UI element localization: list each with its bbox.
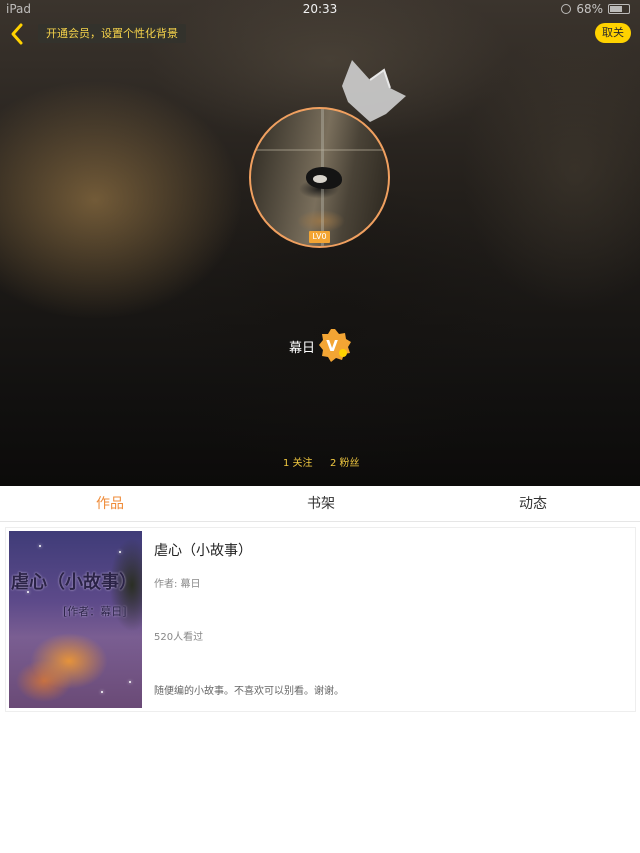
book-card[interactable]: 虐心（小故事） [作者：幕日] 虐心（小故事） 作者: 幕日 520人看过 随便… — [5, 527, 636, 712]
follow-count[interactable]: 1 关注 — [283, 454, 313, 469]
tab-bar: 作品 书架 动态 — [0, 486, 640, 522]
username: 幕日 — [289, 341, 316, 356]
tab-feed[interactable]: 动态 — [473, 486, 593, 522]
status-time: 20:33 — [302, 2, 338, 16]
avatar[interactable] — [249, 107, 390, 248]
battery-percent: 68% — [576, 2, 603, 16]
battery-icon — [608, 4, 630, 14]
cover-title: 虐心（小故事） — [11, 572, 137, 593]
works-list: 虐心（小故事） [作者：幕日] 虐心（小故事） 作者: 幕日 520人看过 随便… — [0, 523, 640, 853]
badge-letter: V — [326, 337, 338, 355]
book-title: 虐心（小故事） — [154, 543, 252, 559]
book-description: 随便编的小故事。不喜欢可以别看。谢谢。 — [154, 686, 344, 697]
level-tag: LV0 — [309, 231, 330, 243]
v-verified-badge-icon: V — [319, 329, 351, 362]
tab-bookshelf[interactable]: 书架 — [261, 486, 381, 522]
fans-count[interactable]: 2 粉丝 — [330, 454, 360, 469]
rotation-lock-icon — [561, 4, 572, 14]
stats: 1 关注 2 粉丝 — [0, 454, 640, 470]
back-button[interactable] — [6, 22, 30, 46]
book-author: 作者: 幕日 — [154, 579, 201, 590]
status-right: 68% — [561, 2, 630, 16]
status-bar: iPad 20:33 68% — [0, 0, 640, 20]
vip-banner[interactable]: 开通会员，设置个性化背景 — [38, 24, 186, 43]
chevron-left-icon — [11, 23, 23, 45]
cover-author: [作者：幕日] — [63, 605, 127, 618]
profile-header: iPad 20:33 68% 开通会员，设置个性化背景 取关 LV0 幕日 V … — [0, 0, 640, 486]
book-views: 520人看过 — [154, 632, 204, 643]
tab-works[interactable]: 作品 — [50, 486, 170, 522]
unfollow-button[interactable]: 取关 — [595, 23, 631, 43]
book-cover[interactable]: 虐心（小故事） [作者：幕日] — [9, 531, 142, 708]
